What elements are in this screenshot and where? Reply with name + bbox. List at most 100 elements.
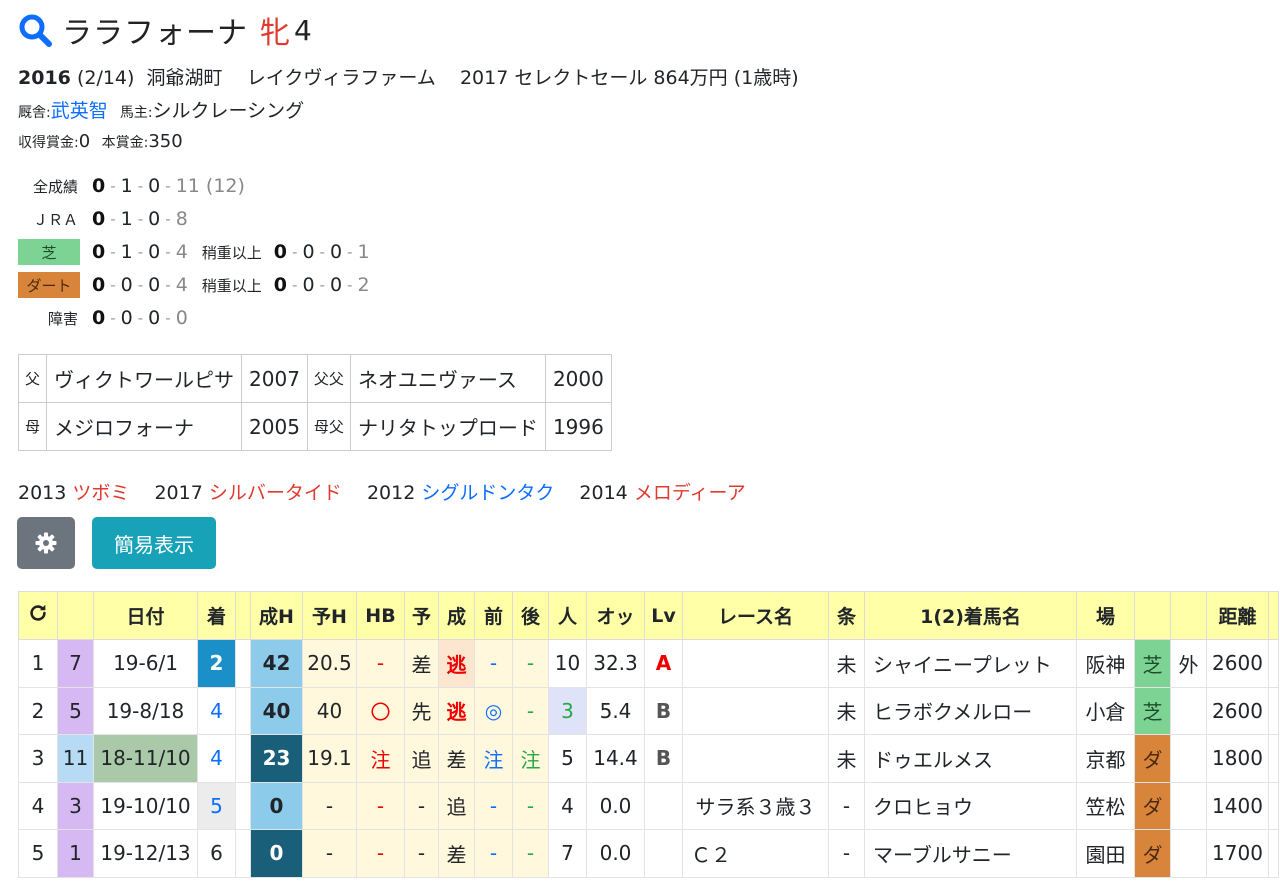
course-cell	[1170, 781, 1207, 830]
cond-cell: 未	[828, 734, 865, 783]
col-race[interactable]: レース名	[682, 591, 829, 640]
horse-title: ララフォーナ 牝 4	[18, 10, 312, 51]
heavy-second: 0	[302, 241, 315, 263]
dist-cell: 2600	[1206, 686, 1269, 735]
date-cell[interactable]: 19-12/13	[93, 829, 198, 878]
col-surface	[1134, 591, 1171, 640]
sibling-link[interactable]: シルバータイド	[209, 482, 342, 504]
col-yoH[interactable]: 予H	[302, 591, 357, 640]
refresh-header[interactable]	[18, 591, 58, 640]
table-row[interactable]: 5 1 19-12/13 6 0 - - - 差 - - 7 0.0 Ｃ２ - …	[18, 829, 1279, 878]
col-date[interactable]: 日付	[93, 591, 198, 640]
simple-view-button[interactable]: 簡易表示	[92, 517, 216, 569]
table-row[interactable]: 2 5 19-8/18 4 40 40 〇 先 逃 ◎ - 3 5.4 B 未 …	[18, 686, 1279, 735]
sire-name: ヴィクトワールピサ	[46, 354, 243, 403]
race-cell[interactable]	[682, 639, 829, 688]
race-cell[interactable]: Ｃ２	[682, 829, 829, 878]
trainer-link[interactable]: 武英智	[51, 100, 108, 122]
search-icon[interactable]	[18, 13, 52, 47]
date-cell[interactable]: 18-11/10	[93, 734, 198, 783]
col-odds[interactable]: オッ	[586, 591, 645, 640]
col-lv[interactable]: Lv	[644, 591, 683, 640]
col-seiH[interactable]: 成H	[250, 591, 303, 640]
settings-button[interactable]	[17, 517, 75, 569]
col-pop[interactable]: 人	[548, 591, 587, 640]
heavy-wins: 0	[273, 274, 288, 296]
race-cell[interactable]: サラ系３歳３	[682, 781, 829, 830]
sire-sire-label: 父父	[306, 354, 351, 403]
dam-sire-label: 母父	[306, 402, 351, 451]
record-third: 0	[148, 241, 161, 263]
date-cell[interactable]: 19-8/18	[93, 686, 198, 735]
col-mae[interactable]: 前	[474, 591, 513, 640]
col-finish[interactable]: 着	[197, 591, 236, 640]
refresh-icon[interactable]	[27, 602, 49, 624]
surface-cell: ダ	[1134, 781, 1171, 830]
venue-cell: 京都	[1076, 734, 1135, 783]
col-spacer	[235, 591, 251, 640]
birth-info: 2016 (2/14) 洞爺湖町 レイクヴィラファーム 2017 セレクトセール…	[18, 63, 799, 90]
dist-cell: 1400	[1206, 781, 1269, 830]
sibling-link[interactable]: ツボミ	[72, 482, 129, 504]
dist-cell: 2600	[1206, 639, 1269, 688]
mae-cell: -	[474, 781, 513, 830]
sibling-link[interactable]: シグルドンタク	[421, 482, 554, 504]
heavy-rest: 1	[357, 241, 370, 263]
heavy-second: 0	[302, 274, 315, 296]
pedigree-table: 父 ヴィクトワールピサ 2007 父父 ネオユニヴァース 2000 母 メジロフ…	[17, 354, 612, 451]
record-wins: 0	[92, 208, 106, 230]
sibling-link[interactable]: メロディーア	[634, 482, 746, 504]
winner-cell[interactable]: ヒラボクメルロー	[864, 686, 1077, 735]
dam-name: メジロフォーナ	[46, 402, 243, 451]
winner-cell[interactable]: クロヒョウ	[864, 781, 1077, 830]
ato-cell: -	[512, 829, 549, 878]
hb-cell: -	[356, 781, 405, 830]
row-number: 2	[18, 686, 58, 735]
cond-cell: 未	[828, 639, 865, 688]
col-ato[interactable]: 後	[512, 591, 549, 640]
col-cond[interactable]: 条	[828, 591, 865, 640]
row-number: 3	[18, 734, 58, 783]
table-row[interactable]: 1 7 19-6/1 2 42 20.5 - 差 逃 - - 10 32.3 A…	[18, 639, 1279, 688]
course-cell	[1170, 686, 1207, 735]
winner-cell[interactable]: シャイニープレット	[864, 639, 1077, 688]
course-cell	[1170, 829, 1207, 878]
trainer-owner: 厩舎:武英智 馬主:シルクレーシング	[18, 96, 304, 123]
record-dirt: ダート 0- 0- 0- 4 稍重以上 0- 0- 0- 2	[18, 271, 370, 299]
breeder: レイクヴィラファーム	[246, 67, 436, 89]
date-cell[interactable]: 19-6/1	[93, 639, 198, 688]
odds-cell: 32.3	[586, 639, 645, 688]
col-yo[interactable]: 予	[404, 591, 439, 640]
seiH-cell: 0	[250, 829, 303, 878]
race-cell[interactable]	[682, 686, 829, 735]
record-wins: 0	[92, 175, 106, 197]
col-dist[interactable]: 距離	[1206, 591, 1269, 640]
record-second: 0	[120, 274, 133, 296]
yo-cell: 追	[404, 734, 439, 783]
horse-age: 4	[294, 13, 312, 47]
seiH-cell: 23	[250, 734, 303, 783]
col-hb[interactable]: HB	[356, 591, 405, 640]
race-cell[interactable]	[682, 734, 829, 783]
record-rest: 11 (12)	[175, 175, 245, 197]
finish-cell: 4	[197, 734, 236, 783]
row-number: 4	[18, 781, 58, 830]
cond-cell: -	[828, 829, 865, 878]
cond-cell: -	[828, 781, 865, 830]
mae-cell: -	[474, 829, 513, 878]
col-winner[interactable]: 1(2)着馬名	[864, 591, 1077, 640]
winner-cell[interactable]: マーブルサニー	[864, 829, 1077, 878]
yo-cell: 差	[404, 639, 439, 688]
yoH-cell: 40	[302, 686, 357, 735]
odds-cell: 5.4	[586, 686, 645, 735]
col-sei[interactable]: 成	[438, 591, 475, 640]
table-row[interactable]: 4 3 19-10/10 5 0 - - - 追 - - 4 0.0 サラ系３歳…	[18, 781, 1279, 830]
winner-cell[interactable]: ドゥエルメス	[864, 734, 1077, 783]
sibling-item: 2017 シルバータイド	[154, 482, 341, 504]
yo-cell: -	[404, 781, 439, 830]
col-venue[interactable]: 場	[1076, 591, 1135, 640]
prize-info: 収得賞金:0 本賞金:350	[18, 131, 183, 152]
table-row[interactable]: 3 11 18-11/10 4 23 19.1 注 追 差 注 注 5 14.4…	[18, 734, 1279, 783]
date-cell[interactable]: 19-10/10	[93, 781, 198, 830]
seiH-cell: 42	[250, 639, 303, 688]
